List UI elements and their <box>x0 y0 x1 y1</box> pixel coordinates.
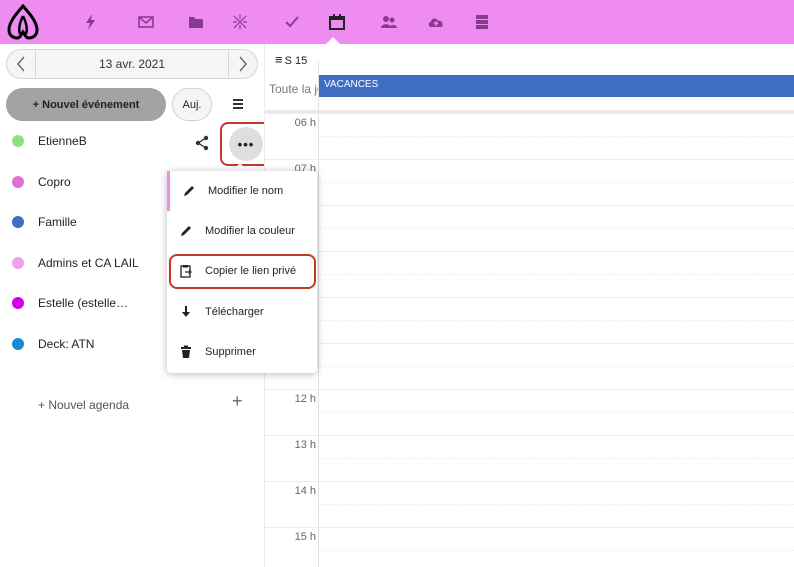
hour-row[interactable] <box>265 113 794 114</box>
hour-label: 13 h <box>294 439 316 451</box>
calendar-color-dot[interactable] <box>12 257 24 269</box>
pencil-icon <box>182 184 196 198</box>
half-hour-line <box>319 320 794 321</box>
menu-item-rename[interactable]: Modifier le nom <box>167 171 317 211</box>
hour-row[interactable] <box>265 159 794 160</box>
hour-label: 12 h <box>294 393 316 405</box>
calendar-color-dot[interactable] <box>12 297 24 309</box>
week-view: ≡S 15 Toute la journée VACANCES 06 h07 h… <box>264 44 794 567</box>
previous-period-button[interactable] <box>7 50 35 78</box>
half-hour-line <box>319 136 794 137</box>
contacts-icon[interactable] <box>377 10 401 34</box>
all-day-label: Toute la journée <box>269 82 321 96</box>
calendar-color-dot[interactable] <box>12 176 24 188</box>
app-logo-icon[interactable] <box>6 3 40 40</box>
hour-row[interactable] <box>265 527 794 528</box>
pencil-icon <box>179 224 193 238</box>
hour-row[interactable] <box>265 435 794 436</box>
hour-row[interactable] <box>265 343 794 344</box>
half-hour-line <box>319 366 794 367</box>
half-hour-line <box>319 182 794 183</box>
hour-row[interactable] <box>265 297 794 298</box>
menu-item-label: Supprimer <box>205 346 256 358</box>
half-hour-line <box>319 228 794 229</box>
calendar-name: EtienneB <box>38 134 87 148</box>
date-navigator: 13 avr. 2021 <box>6 49 258 79</box>
folder-icon[interactable] <box>184 10 208 34</box>
menu-item-change-color[interactable]: Modifier la couleur <box>167 211 317 251</box>
menu-item-label: Modifier le nom <box>208 185 284 197</box>
half-hour-line <box>319 458 794 459</box>
calendar-name: Estelle (estelle… <box>38 296 129 310</box>
menu-item-download[interactable]: Télécharger <box>167 292 317 332</box>
share-icon[interactable] <box>194 135 210 151</box>
calendar-actions-menu: Modifier le nom Modifier la couleur Copi… <box>167 171 317 373</box>
calendar-name: Famille <box>38 215 77 229</box>
current-date-label[interactable]: 13 avr. 2021 <box>35 50 229 78</box>
lightning-icon[interactable] <box>79 10 103 34</box>
hour-row[interactable] <box>265 251 794 252</box>
hour-row[interactable] <box>265 205 794 206</box>
popover-arrow <box>232 163 248 171</box>
time-column-divider <box>318 62 319 567</box>
menu-item-label: Télécharger <box>205 306 264 318</box>
calendar-color-dot[interactable] <box>12 216 24 228</box>
calendar-icon[interactable] <box>325 10 349 34</box>
new-calendar-button[interactable]: + Nouvel agenda <box>38 398 129 412</box>
network-icon[interactable] <box>228 10 252 34</box>
hour-row[interactable] <box>265 481 794 482</box>
half-hour-line <box>319 550 794 551</box>
plus-icon[interactable]: + <box>232 391 243 412</box>
half-hour-line <box>319 412 794 413</box>
chevron-left-icon <box>17 56 25 72</box>
calendar-color-dot[interactable] <box>12 338 24 350</box>
calendar-name: Copro <box>38 175 71 189</box>
mail-icon[interactable] <box>134 10 158 34</box>
chevron-right-icon <box>239 56 247 72</box>
cloud-upload-icon[interactable] <box>424 10 448 34</box>
menu-item-delete[interactable]: Supprimer <box>167 332 317 372</box>
hour-row[interactable] <box>265 389 794 390</box>
hour-label: 15 h <box>294 531 316 543</box>
half-hour-line <box>319 504 794 505</box>
week-number-label: ≡ S 15 <box>275 52 307 67</box>
download-icon <box>179 305 193 319</box>
menu-item-label: Modifier la couleur <box>205 225 295 237</box>
half-hour-line <box>319 274 794 275</box>
more-icon: ••• <box>229 127 263 161</box>
calendar-color-dot[interactable] <box>12 135 24 147</box>
week-menu-icon[interactable]: ≡ <box>275 52 283 67</box>
calendar-name: Admins et CA LAIL <box>38 256 139 270</box>
active-app-indicator <box>326 37 340 44</box>
top-navigation-bar <box>0 0 794 44</box>
trash-icon <box>179 345 193 359</box>
week-number: S 15 <box>284 55 308 67</box>
new-event-button[interactable]: + Nouvel événement <box>6 88 166 121</box>
hour-label: 06 h <box>294 117 316 129</box>
hour-label: 14 h <box>294 485 316 497</box>
archive-icon[interactable] <box>470 10 494 34</box>
calendar-name: Deck: ATN <box>38 337 95 351</box>
highlight-frame <box>169 254 316 289</box>
view-menu-icon[interactable] <box>230 96 246 112</box>
all-day-event[interactable]: VACANCES <box>319 75 794 97</box>
checkmark-icon[interactable] <box>280 10 304 34</box>
today-button[interactable]: Auj. <box>172 88 212 121</box>
next-period-button[interactable] <box>229 50 257 78</box>
